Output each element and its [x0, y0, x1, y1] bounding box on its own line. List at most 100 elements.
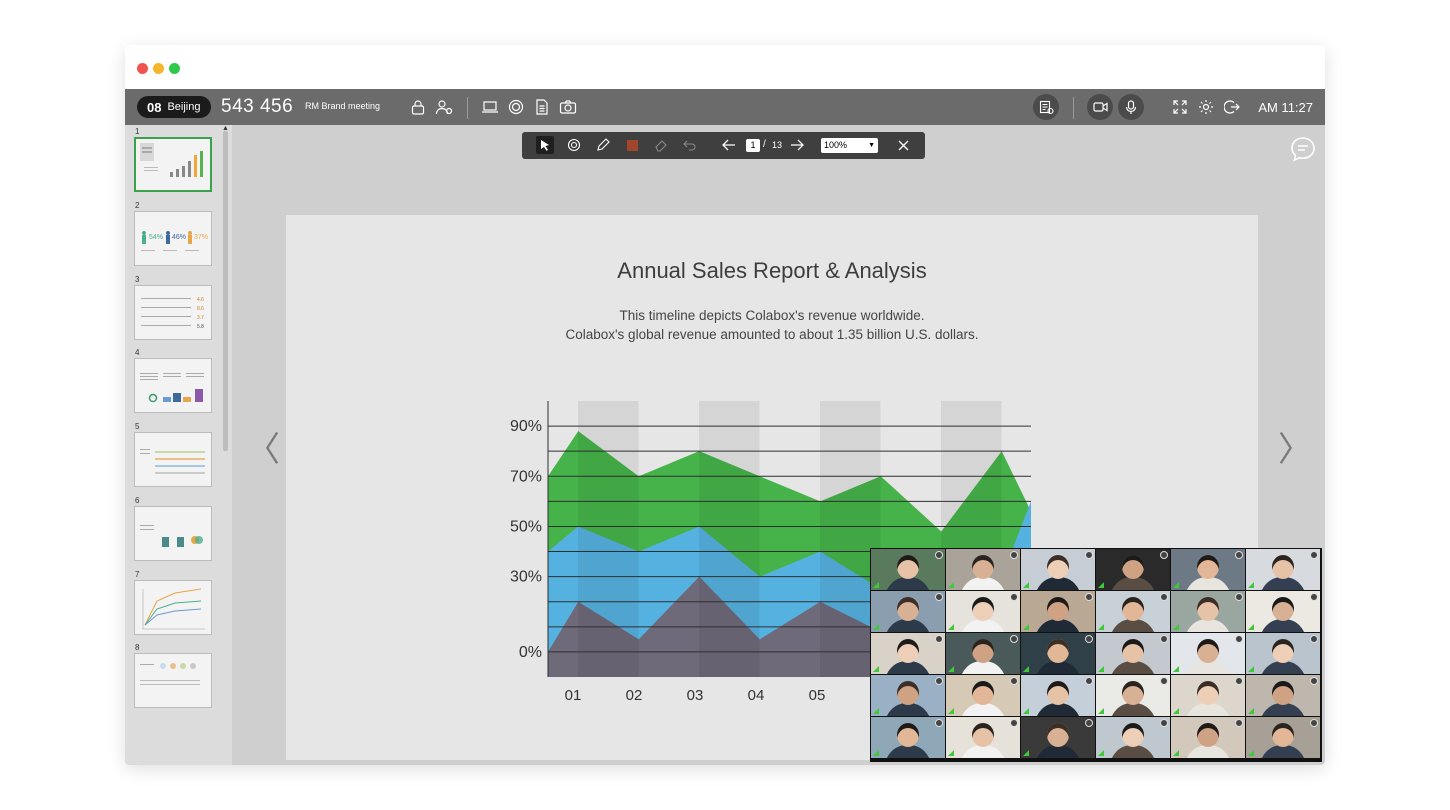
participant-face — [1122, 723, 1144, 747]
thumbnail-item[interactable]: 1 — [131, 127, 212, 192]
participant-video-tile[interactable] — [946, 591, 1020, 632]
participant-video-tile[interactable] — [946, 675, 1020, 716]
thumbnail-item[interactable]: 3 4.6 8.6 3.7 5.8 — [131, 275, 212, 340]
participant-video-tile[interactable] — [1246, 549, 1320, 590]
participant-video-tile[interactable] — [1246, 633, 1320, 674]
video-camera-icon[interactable] — [1087, 94, 1113, 120]
zoom-select[interactable]: 100% ▼ — [821, 138, 878, 153]
color-swatch-icon[interactable] — [623, 136, 641, 154]
participant-video-tile[interactable] — [1171, 717, 1245, 758]
participant-video-tile[interactable] — [871, 717, 945, 758]
undo-icon[interactable] — [681, 136, 699, 154]
document-icon[interactable] — [532, 97, 552, 117]
maximize-window-button[interactable] — [169, 63, 180, 74]
mic-status-icon — [935, 551, 943, 559]
mic-status-icon — [935, 677, 943, 685]
pen-icon[interactable] — [594, 136, 612, 154]
participant-video-tile[interactable] — [1021, 633, 1095, 674]
participant-video-tile[interactable] — [1171, 675, 1245, 716]
participant-video-tile[interactable] — [1096, 717, 1170, 758]
microphone-icon[interactable] — [1118, 94, 1144, 120]
participant-video-tile[interactable] — [1021, 591, 1095, 632]
signal-strength-icon — [1173, 666, 1179, 672]
sidebar-scrollbar[interactable] — [223, 131, 228, 451]
thumbnail-4[interactable] — [134, 358, 212, 413]
participant-face — [1047, 555, 1069, 579]
participant-video-tile[interactable] — [946, 549, 1020, 590]
participant-face — [1047, 597, 1069, 621]
thumbnail-item[interactable]: 8 — [131, 643, 212, 708]
shape-icon[interactable] — [565, 136, 583, 154]
cursor-icon[interactable] — [536, 136, 554, 154]
participant-video-tile[interactable] — [1096, 549, 1170, 590]
participant-face — [1122, 555, 1144, 579]
participant-video-tile[interactable] — [871, 675, 945, 716]
thumbnail-6[interactable] — [134, 506, 212, 561]
participant-video-tile[interactable] — [1096, 633, 1170, 674]
close-icon[interactable] — [894, 136, 912, 154]
thumbnail-item[interactable]: 4 — [131, 348, 212, 413]
participant-face — [1272, 639, 1294, 663]
mic-status-icon — [935, 635, 943, 643]
participant-video-tile[interactable] — [871, 633, 945, 674]
thumbnail-7[interactable] — [134, 580, 212, 635]
mic-status-icon — [1310, 719, 1318, 727]
participant-video-tile[interactable] — [1246, 675, 1320, 716]
participant-video-tile[interactable] — [1171, 549, 1245, 590]
thumbnail-2[interactable]: 54% 46% 37% — [134, 211, 212, 266]
thumbnail-item[interactable]: 7 — [131, 570, 212, 635]
signal-strength-icon — [1023, 582, 1029, 588]
thumbnail-item[interactable]: 5 — [131, 422, 212, 487]
participant-video-tile[interactable] — [871, 591, 945, 632]
thumbnail-8[interactable] — [134, 653, 212, 708]
y-tick-label: 0% — [519, 644, 542, 661]
close-window-button[interactable] — [137, 63, 148, 74]
participant-video-tile[interactable] — [1021, 549, 1095, 590]
participant-video-tile[interactable] — [1246, 591, 1320, 632]
fullscreen-icon[interactable] — [1170, 97, 1190, 117]
meeting-toolbar: 08 Beijing 543 456 RM Brand meeting AM 1… — [125, 89, 1325, 125]
mic-status-icon — [1010, 635, 1018, 643]
participants-icon[interactable] — [434, 97, 454, 117]
next-slide-arrow[interactable]: 〉 — [1278, 422, 1312, 471]
participant-video-tile[interactable] — [871, 549, 945, 590]
thumbnail-5[interactable] — [134, 432, 212, 487]
page-number-input[interactable]: 1 — [746, 139, 760, 152]
participant-video-tile[interactable] — [946, 633, 1020, 674]
mic-status-icon — [1160, 677, 1168, 685]
share-screen-icon[interactable] — [480, 97, 500, 117]
minimize-window-button[interactable] — [153, 63, 164, 74]
previous-slide-arrow[interactable]: 〈 — [246, 422, 280, 471]
eraser-icon[interactable] — [652, 136, 670, 154]
participant-video-tile[interactable] — [1096, 591, 1170, 632]
participant-face — [1122, 639, 1144, 663]
thumbnail-3[interactable]: 4.6 8.6 3.7 5.8 — [134, 285, 212, 340]
thumbnail-stat: 37% — [194, 234, 208, 241]
participant-video-tile[interactable] — [1246, 717, 1320, 758]
chat-icon[interactable] — [1289, 135, 1317, 168]
participant-face — [972, 723, 994, 747]
thumbnail-item[interactable]: 2 54% 46% 37% — [131, 201, 212, 266]
participant-video-tile[interactable] — [946, 717, 1020, 758]
participant-video-tile[interactable] — [1171, 633, 1245, 674]
participant-video-tile[interactable] — [1021, 675, 1095, 716]
notes-icon[interactable] — [1033, 94, 1059, 120]
signal-strength-icon — [948, 624, 954, 630]
room-city: Beijing — [167, 101, 201, 113]
participant-video-tile[interactable] — [1171, 591, 1245, 632]
lock-icon[interactable] — [408, 97, 428, 117]
mic-status-icon — [1235, 635, 1243, 643]
participant-video-tile[interactable] — [1021, 717, 1095, 758]
record-icon[interactable] — [506, 97, 526, 117]
thumbnail-item[interactable]: 6 — [131, 496, 212, 561]
camera-icon[interactable] — [558, 97, 578, 117]
settings-icon[interactable] — [1196, 97, 1216, 117]
mic-status-icon — [1085, 719, 1093, 727]
thumbnail-stat: 54% — [149, 234, 163, 241]
exit-icon[interactable] — [1222, 97, 1242, 117]
signal-strength-icon — [873, 750, 879, 756]
next-page-icon[interactable] — [788, 136, 806, 154]
participant-video-tile[interactable] — [1096, 675, 1170, 716]
prev-page-icon[interactable] — [720, 136, 738, 154]
thumbnail-1[interactable] — [134, 137, 212, 192]
